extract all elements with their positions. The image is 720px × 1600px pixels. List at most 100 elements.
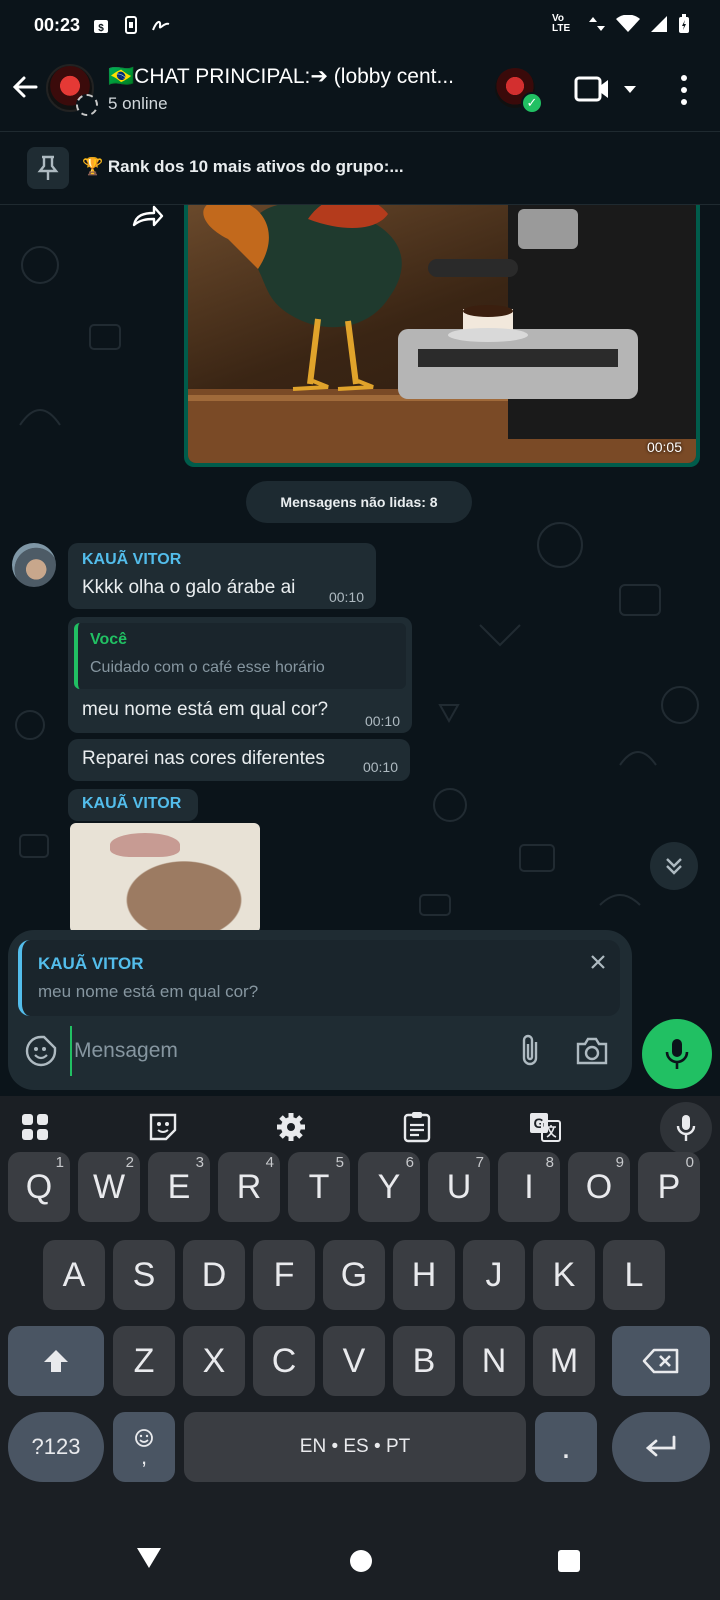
key-a[interactable]: A	[43, 1240, 105, 1310]
svg-text:$: $	[98, 23, 104, 34]
translate-icon[interactable]: G	[528, 1110, 562, 1144]
status-bar: 00:23 $ Vo LTE	[0, 0, 720, 50]
status-ring-icon	[76, 94, 98, 116]
battery-icon	[679, 14, 689, 33]
quoted-text: Cuidado com o café esse horário	[90, 659, 325, 676]
close-icon[interactable]	[586, 950, 610, 974]
member-avatar[interactable]: ✓	[495, 68, 543, 114]
key-n[interactable]: N	[463, 1326, 525, 1396]
key-w[interactable]: W2	[78, 1152, 140, 1222]
wifi-icon	[616, 15, 640, 32]
forward-icon[interactable]	[132, 205, 164, 229]
key-t[interactable]: T5	[288, 1152, 350, 1222]
sender-avatar[interactable]	[12, 543, 56, 587]
nav-recents-button[interactable]	[558, 1550, 580, 1572]
backspace-key[interactable]	[612, 1326, 710, 1396]
space-bar[interactable]: EN • ES • PT	[184, 1412, 526, 1482]
key-u[interactable]: U7	[428, 1152, 490, 1222]
key-label: R	[236, 1167, 262, 1206]
message-text: meu nome está em qual cor?	[82, 699, 329, 720]
key-b[interactable]: B	[393, 1326, 455, 1396]
key-s[interactable]: S	[113, 1240, 175, 1310]
key-hint: 1	[55, 1154, 64, 1171]
chat-title[interactable]: 🇧🇷CHAT PRINCIPAL:➔ (lobby cent...	[108, 64, 478, 89]
group-avatar[interactable]	[46, 64, 98, 116]
key-label: E	[167, 1167, 191, 1206]
key-hint: 3	[195, 1154, 204, 1171]
key-c[interactable]: C	[253, 1326, 315, 1396]
key-hint: 6	[405, 1154, 414, 1171]
rooster-espresso-image[interactable]: 00:05	[188, 205, 696, 463]
pinned-message-bar[interactable]: 🏆 Rank dos 10 mais ativos do grupo:...	[0, 133, 720, 205]
apps-grid-icon[interactable]	[18, 1110, 52, 1144]
clipboard-icon[interactable]	[400, 1110, 434, 1144]
key-e[interactable]: E3	[148, 1152, 210, 1222]
image-message[interactable]: 00:05	[184, 205, 700, 467]
online-count: 5 online	[108, 94, 168, 113]
key-label: Q	[25, 1167, 53, 1206]
key-r[interactable]: R4	[218, 1152, 280, 1222]
shift-arrow-icon	[44, 1350, 68, 1372]
quoted-author: Você	[90, 631, 128, 648]
system-navigation-bar	[0, 1516, 720, 1600]
paperclip-icon[interactable]	[516, 1034, 546, 1068]
message-bubble[interactable]: Você Cuidado com o café esse horário meu…	[68, 617, 412, 733]
message-bubble[interactable]: Reparei nas cores diferentes 00:10	[68, 739, 410, 781]
key-d[interactable]: D	[183, 1240, 245, 1310]
key-f[interactable]: F	[253, 1240, 315, 1310]
microphone-icon	[665, 1039, 689, 1069]
sticker-emoji-icon[interactable]	[24, 1034, 58, 1068]
pin-icon	[27, 147, 69, 189]
key-q[interactable]: Q1	[8, 1152, 70, 1222]
key-m[interactable]: M	[533, 1326, 595, 1396]
message-bubble[interactable]: KAUÃ VITOR	[68, 789, 198, 821]
sticker-icon[interactable]	[146, 1110, 180, 1144]
video-call-button[interactable]	[574, 74, 644, 106]
emoji-comma-key[interactable]: ,	[113, 1412, 175, 1482]
key-x[interactable]: X	[183, 1326, 245, 1396]
message-text: Reparei nas cores diferentes	[82, 748, 325, 769]
key-j[interactable]: J	[463, 1240, 525, 1310]
key-label: O	[585, 1167, 613, 1206]
data-arrows-icon	[589, 17, 605, 31]
key-g[interactable]: G	[323, 1240, 385, 1310]
chat-area[interactable]: 00:05 Mensagens não lidas: 8 KAUÃ VITOR …	[0, 205, 720, 930]
scroll-to-bottom-button[interactable]	[650, 842, 698, 890]
sticker-image[interactable]	[70, 823, 260, 930]
message-text: Kkkk olha o galo árabe ai	[82, 577, 296, 598]
period-key[interactable]: .	[535, 1412, 597, 1482]
key-hint: 4	[265, 1154, 274, 1171]
camera-icon[interactable]	[574, 1034, 610, 1068]
nav-home-button[interactable]	[350, 1550, 372, 1572]
status-time: 00:23	[34, 14, 81, 35]
sender-name[interactable]: KAUÃ VITOR	[82, 795, 181, 813]
message-bubble[interactable]: KAUÃ VITOR Kkkk olha o galo árabe ai 00:…	[68, 543, 376, 609]
quoted-message[interactable]: Você Cuidado com o café esse horário	[74, 623, 406, 689]
key-y[interactable]: Y6	[358, 1152, 420, 1222]
message-time: 00:10	[328, 589, 364, 605]
sim-icon	[125, 16, 138, 34]
key-p[interactable]: P0	[638, 1152, 700, 1222]
voice-record-button[interactable]	[642, 1019, 712, 1089]
key-label: W	[92, 1167, 126, 1206]
keyboard-mic-button[interactable]	[660, 1102, 712, 1154]
key-i[interactable]: I8	[498, 1152, 560, 1222]
symbols-key[interactable]: ?123	[8, 1412, 104, 1482]
message-input[interactable]: Mensagem	[70, 1026, 490, 1076]
key-v[interactable]: V	[323, 1326, 385, 1396]
key-l[interactable]: L	[603, 1240, 665, 1310]
more-options-icon[interactable]	[672, 72, 696, 108]
back-arrow-icon[interactable]	[10, 72, 40, 102]
gear-icon[interactable]	[274, 1110, 308, 1144]
pinned-text: 🏆 Rank dos 10 mais ativos do grupo:...	[82, 157, 404, 176]
key-hint: 8	[545, 1154, 554, 1171]
key-k[interactable]: K	[533, 1240, 595, 1310]
key-o[interactable]: O9	[568, 1152, 630, 1222]
key-z[interactable]: Z	[113, 1326, 175, 1396]
key-h[interactable]: H	[393, 1240, 455, 1310]
enter-key[interactable]	[612, 1412, 710, 1482]
shift-key[interactable]	[8, 1326, 104, 1396]
reply-preview[interactable]: KAUÃ VITOR meu nome está em qual cor?	[18, 940, 620, 1016]
sender-name[interactable]: KAUÃ VITOR	[82, 551, 181, 569]
nav-back-triangle-icon[interactable]	[136, 1546, 162, 1570]
